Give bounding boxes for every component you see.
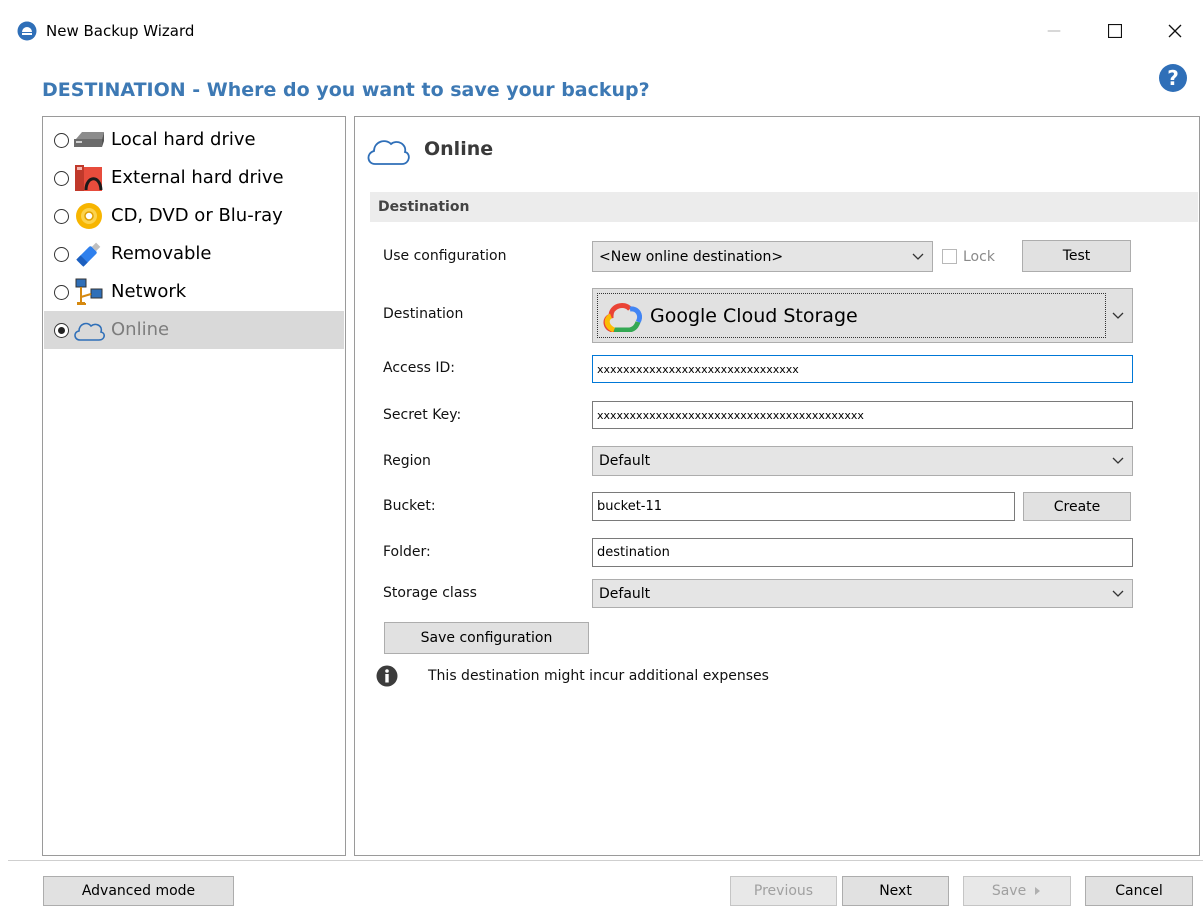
- advanced-mode-button[interactable]: Advanced mode: [43, 876, 234, 906]
- usb-drive-icon: [72, 239, 106, 269]
- storage-class-value: Default: [599, 585, 651, 602]
- destination-option-label: Removable: [111, 243, 212, 264]
- google-cloud-icon: [603, 302, 642, 332]
- radio-button[interactable]: [54, 170, 69, 186]
- destination-option-external-hard-drive[interactable]: External hard drive: [44, 159, 344, 197]
- destination-option-cd-dvd-bluray[interactable]: CD, DVD or Blu-ray: [44, 197, 344, 235]
- save-configuration-button[interactable]: Save configuration: [384, 622, 589, 654]
- external-drive-icon: [72, 163, 106, 193]
- folder-label: Folder:: [383, 544, 431, 560]
- bucket-input[interactable]: bucket-11: [592, 492, 1015, 521]
- test-button[interactable]: Test: [1022, 240, 1131, 272]
- storage-class-dropdown[interactable]: Default: [592, 579, 1133, 608]
- previous-button[interactable]: Previous: [730, 876, 837, 906]
- network-icon: [72, 277, 106, 307]
- chevron-down-icon: [1112, 312, 1124, 319]
- save-button[interactable]: Save: [963, 876, 1071, 906]
- cancel-button[interactable]: Cancel: [1085, 876, 1193, 906]
- use-configuration-dropdown[interactable]: <New online destination>: [592, 241, 933, 272]
- lock-checkbox[interactable]: [942, 249, 957, 264]
- radio-button-checked[interactable]: [54, 322, 69, 338]
- page-heading: DESTINATION - Where do you want to save …: [42, 79, 650, 101]
- destination-option-label: Network: [111, 281, 187, 302]
- close-icon: [1168, 24, 1182, 38]
- maximize-icon: [1108, 24, 1122, 38]
- window-title: New Backup Wizard: [46, 22, 195, 40]
- radio-button[interactable]: [54, 132, 69, 148]
- destination-option-network[interactable]: Network: [44, 273, 344, 311]
- lock-label: Lock: [963, 249, 995, 265]
- panel-title: Online: [424, 138, 494, 160]
- storage-class-label: Storage class: [383, 585, 477, 601]
- secret-key-input[interactable]: xxxxxxxxxxxxxxxxxxxxxxxxxxxxxxxxxxxxxxxx…: [592, 401, 1133, 429]
- section-header-label: Destination: [378, 199, 470, 215]
- destination-settings-panel: [354, 116, 1200, 856]
- secret-key-label: Secret Key:: [383, 407, 462, 423]
- cloud-icon: [367, 140, 410, 165]
- expenses-warning-text: This destination might incur additional …: [428, 668, 769, 684]
- folder-input[interactable]: destination: [592, 538, 1133, 567]
- destination-type-list: Local hard drive External hard drive CD,…: [42, 116, 346, 856]
- bucket-label: Bucket:: [383, 498, 436, 514]
- close-button[interactable]: [1152, 14, 1198, 48]
- chevron-down-icon: [1112, 457, 1124, 464]
- info-icon: [376, 665, 398, 687]
- cloud-icon: [72, 315, 106, 345]
- create-bucket-button[interactable]: Create: [1023, 492, 1131, 521]
- access-id-input[interactable]: xxxxxxxxxxxxxxxxxxxxxxxxxxxxxxx: [592, 355, 1133, 383]
- next-button[interactable]: Next: [842, 876, 949, 906]
- section-header: [370, 192, 1198, 222]
- app-logo-icon: [17, 21, 37, 41]
- footer-divider: [8, 860, 1203, 861]
- destination-option-label: Local hard drive: [111, 129, 256, 150]
- minimize-button[interactable]: —: [1031, 14, 1077, 48]
- radio-button[interactable]: [54, 284, 69, 300]
- use-configuration-value: <New online destination>: [599, 248, 784, 265]
- disc-icon: [72, 201, 106, 231]
- destination-label: Destination: [383, 306, 464, 322]
- use-configuration-label: Use configuration: [383, 248, 507, 264]
- hard-drive-icon: [72, 125, 106, 155]
- svg-text:?: ?: [1167, 66, 1179, 90]
- destination-option-label: Online: [111, 319, 170, 340]
- chevron-down-icon: [912, 253, 924, 260]
- destination-option-label: CD, DVD or Blu-ray: [111, 205, 283, 226]
- access-id-label: Access ID:: [383, 360, 456, 376]
- region-label: Region: [383, 453, 431, 469]
- radio-button[interactable]: [54, 208, 69, 224]
- destination-service-value: Google Cloud Storage: [650, 304, 858, 327]
- region-value: Default: [599, 453, 651, 469]
- destination-service-selection: Google Cloud Storage: [597, 293, 1106, 338]
- destination-option-removable[interactable]: Removable: [44, 235, 344, 273]
- maximize-button[interactable]: [1092, 14, 1138, 48]
- save-button-label: Save: [991, 883, 1027, 899]
- radio-button[interactable]: [54, 246, 69, 262]
- help-icon[interactable]: ?: [1158, 63, 1188, 93]
- region-dropdown[interactable]: Default: [592, 446, 1133, 476]
- destination-service-dropdown[interactable]: Google Cloud Storage: [592, 288, 1133, 343]
- dropdown-arrow-icon: [1035, 887, 1041, 895]
- destination-option-label: External hard drive: [111, 167, 284, 188]
- destination-option-local-hard-drive[interactable]: Local hard drive: [44, 121, 344, 159]
- destination-option-online[interactable]: Online: [44, 311, 344, 349]
- chevron-down-icon: [1112, 590, 1124, 597]
